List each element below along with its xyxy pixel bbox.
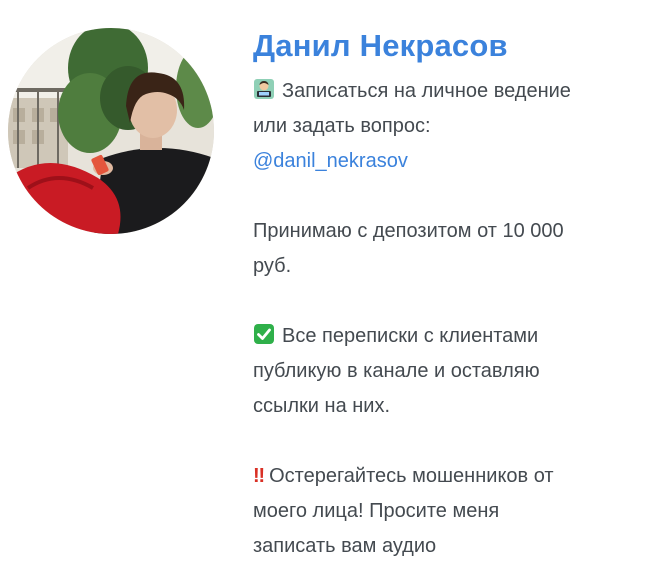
username-link[interactable]: @danil_nekrasov [253, 150, 408, 172]
bio-text: моего лица! Просите меня [253, 500, 500, 522]
profile-content: Данил Некрасов Записаться на личное веде… [253, 26, 653, 564]
bio-text: Записаться на личное ведение [282, 80, 571, 102]
bio-line: ‼ Остерегайтесь мошенников от [253, 459, 653, 494]
user-photo-avatar-icon [8, 28, 214, 234]
check-mark-button-icon [253, 323, 275, 345]
bio-line: Записаться на личное ведение [253, 74, 653, 109]
bio-text: Все переписки с клиентами [282, 325, 539, 347]
bio-text: записать вам аудио [253, 535, 437, 557]
bio-text: публикую в канале и оставляю [253, 360, 540, 382]
bio-text: Принимаю с депозитом от 10 000 [253, 220, 564, 242]
avatar[interactable] [8, 28, 214, 234]
profile-name: Данил Некрасов [253, 28, 508, 63]
technologist-emoji-icon [253, 78, 275, 100]
profile-card: Данил Некрасов Записаться на личное веде… [0, 0, 661, 581]
bio-text: Остерегайтесь мошенников от [269, 465, 554, 487]
bio-line: Все переписки с клиентами [253, 319, 653, 354]
bio-text: руб. [253, 255, 292, 277]
double-exclamation-icon: ‼ [253, 465, 265, 487]
profile-bio: Записаться на личное ведение или задать … [253, 74, 653, 564]
bio-text: или задать вопрос: [253, 115, 431, 137]
bio-text: ссылки на них. [253, 395, 391, 417]
